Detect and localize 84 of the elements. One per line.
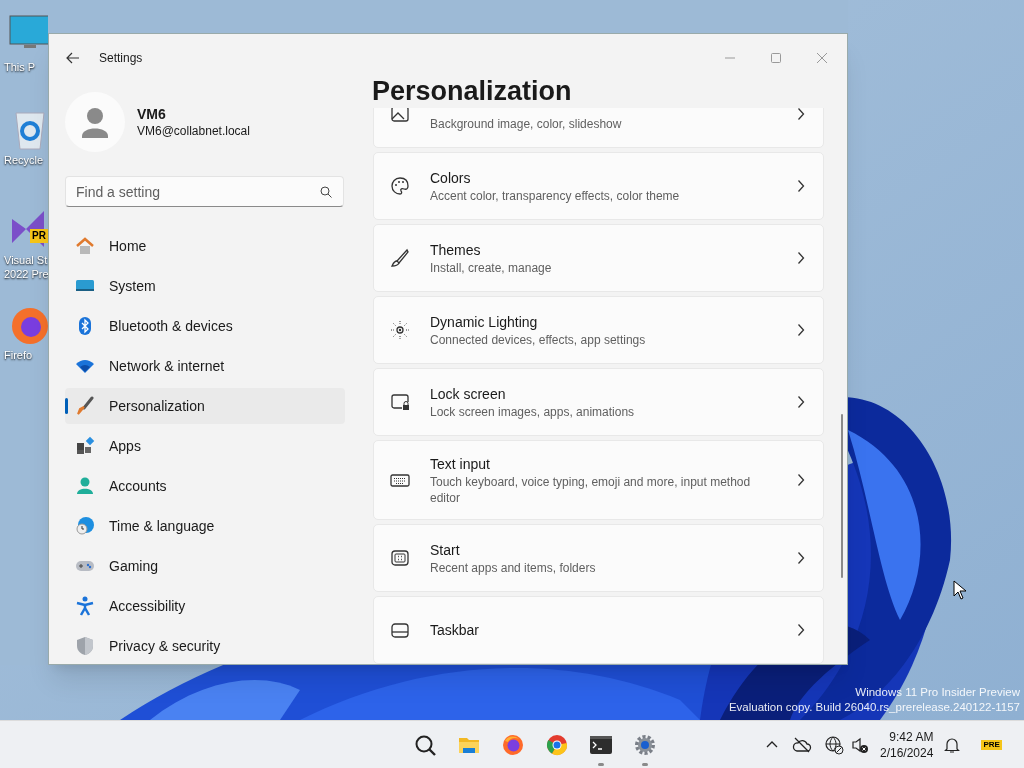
gear-icon bbox=[633, 733, 657, 757]
clock-date[interactable]: 2/16/2024 bbox=[880, 745, 934, 761]
preview-badge: PR bbox=[30, 229, 48, 243]
card-subtitle: Background image, color, slideshow bbox=[430, 115, 623, 132]
chevron-icon bbox=[797, 395, 805, 409]
sidebar-item[interactable]: Apps bbox=[65, 428, 345, 464]
terminal-icon bbox=[589, 733, 613, 757]
sidebar-item[interactable]: Home bbox=[65, 228, 345, 264]
card-icon bbox=[390, 392, 410, 412]
page-title: Personalization bbox=[372, 75, 573, 108]
chevron-icon bbox=[797, 179, 805, 193]
sidebar-item[interactable]: Network & internet bbox=[65, 348, 345, 384]
search-icon bbox=[413, 733, 437, 757]
sidebar-item[interactable]: Time & language bbox=[65, 508, 345, 544]
desktop-icon-label: This P bbox=[3, 60, 36, 74]
card-title: Start bbox=[430, 540, 461, 560]
running-indicator bbox=[642, 763, 648, 766]
scrollbar-thumb[interactable] bbox=[841, 414, 843, 578]
nav-icon bbox=[75, 476, 95, 496]
settings-card[interactable]: Start Recent apps and items, folders bbox=[373, 524, 824, 592]
nav-icon bbox=[75, 236, 95, 256]
chevron-icon bbox=[797, 551, 805, 565]
settings-card[interactable]: Taskbar bbox=[373, 596, 824, 664]
desktop-icon-label: Firefo bbox=[3, 348, 33, 362]
chevron-icon bbox=[797, 623, 805, 637]
card-icon bbox=[390, 176, 410, 196]
avatar-icon bbox=[65, 92, 125, 152]
sidebar-item[interactable]: System bbox=[65, 268, 345, 304]
globe-icon[interactable] bbox=[824, 735, 844, 755]
sidebar-item[interactable]: Gaming bbox=[65, 548, 345, 584]
card-icon bbox=[390, 108, 410, 124]
bell-icon[interactable] bbox=[943, 736, 962, 754]
settings-card[interactable]: Colors Accent color, transparency effects, color theme bbox=[373, 152, 824, 220]
search-icon[interactable] bbox=[320, 186, 332, 198]
profile-name: VM6 bbox=[137, 105, 167, 123]
card-subtitle: Accent color, transparency effects, color theme bbox=[430, 187, 681, 204]
sidebar-item[interactable]: Privacy & security bbox=[65, 628, 345, 664]
card-title: Text input bbox=[430, 454, 491, 474]
speaker-muted-icon[interactable] bbox=[850, 735, 870, 755]
sidebar-item[interactable]: Personalization bbox=[65, 388, 345, 424]
card-title: Dynamic Lighting bbox=[430, 312, 539, 332]
sidebar-item[interactable]: Bluetooth & devices bbox=[65, 308, 345, 344]
settings-card[interactable]: Lock screen Lock screen images, apps, animations bbox=[373, 368, 824, 436]
firefox-icon bbox=[501, 733, 525, 757]
sidebar-item[interactable]: Accessibility bbox=[65, 588, 345, 624]
cloud-off-icon[interactable] bbox=[792, 735, 812, 755]
card-subtitle: Recent apps and items, folders bbox=[430, 559, 597, 576]
nav-icon bbox=[75, 516, 95, 536]
desktop-icon-label: 2022 Pre bbox=[3, 267, 49, 281]
settings-card[interactable]: Dynamic Lighting Connected devices, effects, app settings bbox=[373, 296, 824, 364]
sidebar-item[interactable]: Accounts bbox=[65, 468, 345, 504]
card-title: Lock screen bbox=[430, 384, 507, 404]
card-title: Taskbar bbox=[430, 620, 481, 640]
settings-card[interactable]: Background image, color, slideshow bbox=[373, 108, 824, 148]
desktop-icon-label: Visual St bbox=[3, 253, 48, 267]
nav-icon bbox=[75, 436, 95, 456]
profile-email: VM6@collabnet.local bbox=[137, 123, 250, 139]
card-subtitle: Lock screen images, apps, animations bbox=[430, 403, 636, 420]
card-icon bbox=[390, 548, 410, 568]
card-subtitle: Touch keyboard, voice typing, emoji and more, input method editor bbox=[430, 473, 752, 506]
back-icon[interactable] bbox=[65, 50, 81, 66]
chrome-icon bbox=[545, 733, 569, 757]
running-indicator bbox=[598, 763, 604, 766]
card-icon bbox=[390, 620, 410, 640]
clock-time[interactable]: 9:42 AM bbox=[889, 729, 934, 745]
nav-icon bbox=[75, 396, 95, 416]
chevron-icon bbox=[797, 251, 805, 265]
window-title: Settings bbox=[99, 50, 143, 67]
card-icon bbox=[390, 248, 410, 268]
card-title: Themes bbox=[430, 240, 482, 260]
nav-icon bbox=[75, 596, 95, 616]
settings-card[interactable]: Text input Touch keyboard, voice typing, emoji and more, input method editor bbox=[373, 440, 824, 520]
desktop-icon-label: Recycle bbox=[3, 153, 44, 167]
chevron-icon bbox=[797, 323, 805, 337]
chevron-icon bbox=[797, 108, 805, 121]
card-subtitle: Install, create, manage bbox=[430, 259, 553, 276]
card-subtitle: Connected devices, effects, app settings bbox=[430, 331, 647, 348]
card-icon bbox=[390, 320, 410, 340]
chevron-icon bbox=[797, 473, 805, 487]
preview-badge: PRE bbox=[981, 740, 1002, 750]
search-field[interactable]: Find a setting bbox=[65, 176, 344, 207]
nav-icon bbox=[75, 636, 95, 656]
settings-card[interactable]: Themes Install, create, manage bbox=[373, 224, 824, 292]
card-title: Colors bbox=[430, 168, 472, 188]
